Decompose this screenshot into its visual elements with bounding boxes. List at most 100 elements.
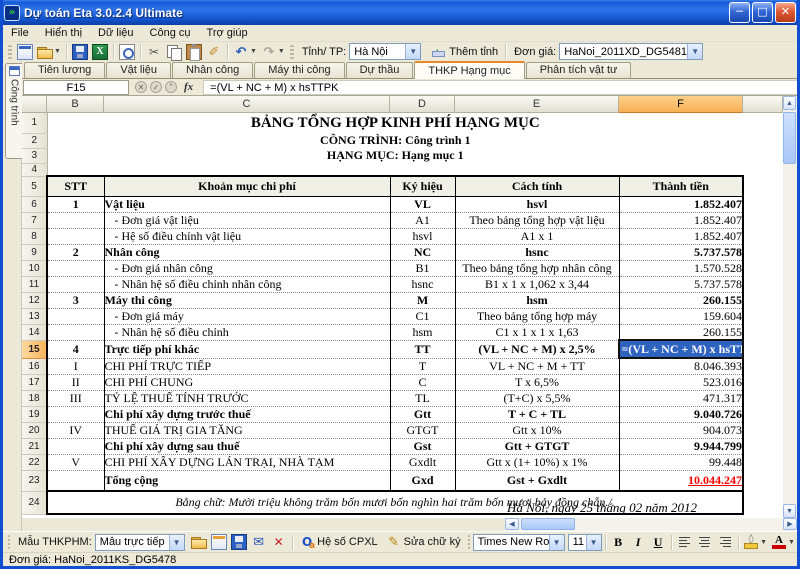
cell-C6[interactable]: Vật liệu — [104, 196, 390, 212]
cell-D13[interactable]: C1 — [390, 308, 455, 324]
row-header-19[interactable]: 19 — [22, 406, 47, 422]
print-preview-button[interactable] — [118, 43, 136, 61]
cell-D7[interactable]: A1 — [390, 212, 455, 228]
row-header-9[interactable]: 9 — [22, 244, 47, 260]
cell-F14[interactable]: 260.155 — [619, 324, 743, 340]
menu-item-cong-cu[interactable]: Công cụ — [142, 26, 199, 40]
cell-F19[interactable]: 9.040.726 — [619, 406, 743, 422]
chevron-down-icon[interactable]: ▼ — [549, 535, 564, 550]
delete-template-button[interactable] — [270, 533, 288, 551]
format-painter-button[interactable] — [205, 43, 223, 61]
col-header-E[interactable]: E — [455, 96, 619, 113]
tab-vat-lieu[interactable]: Vật liệu — [106, 62, 171, 78]
open-button[interactable]: ▼ — [36, 43, 62, 61]
cell-C20[interactable]: THUẾ GIÁ TRỊ GIA TĂNG — [104, 422, 390, 438]
cell-F11[interactable]: 5.737.578 — [619, 276, 743, 292]
cell-E14[interactable]: C1 x 1 x 1 x 1,63 — [455, 324, 619, 340]
side-tab-cong-trinh[interactable]: Công trình — [5, 63, 22, 159]
toolbar-grip[interactable] — [8, 45, 12, 59]
cell-E7[interactable]: Theo bảng tổng hợp vật liệu — [455, 212, 619, 228]
maximize-button[interactable]: □ — [752, 2, 773, 23]
cell-D14[interactable]: hsm — [390, 324, 455, 340]
cell-C21[interactable]: Chi phí xây dựng sau thuế — [104, 438, 390, 454]
cell-F18[interactable]: 471.317 — [619, 390, 743, 406]
fill-color-button[interactable]: ▼ — [742, 533, 768, 551]
align-right-button[interactable] — [716, 533, 734, 551]
cell-reference-box[interactable]: F15 — [23, 80, 129, 95]
cell-F16[interactable]: 8.046.393 — [619, 358, 743, 374]
align-center-button[interactable] — [696, 533, 714, 551]
cell-D8[interactable]: hsvl — [390, 228, 455, 244]
row-header-8[interactable]: 8 — [22, 228, 47, 244]
cell-E19[interactable]: T + C + TL — [455, 406, 619, 422]
enter-icon[interactable]: ✓ — [150, 81, 162, 93]
cell-C22[interactable]: CHI PHÍ XÂY DỰNG LÁN TRẠI, NHÀ TẠM — [104, 454, 390, 470]
cell-D11[interactable]: hsnc — [390, 276, 455, 292]
toolbar-grip-4[interactable] — [468, 535, 470, 549]
row-header-2[interactable]: 2 — [22, 133, 47, 148]
save-button[interactable] — [71, 43, 89, 61]
cell-C9[interactable]: Nhân công — [104, 244, 390, 260]
tab-du-thau[interactable]: Dự thầu — [346, 62, 414, 78]
add-province-button[interactable]: Thêm tỉnh — [426, 43, 502, 61]
tab-nhan-cong[interactable]: Nhân công — [172, 62, 253, 78]
template-select[interactable]: Mẫu trực tiếp ▼ — [95, 534, 185, 551]
cell-F7[interactable]: 1.852.407 — [619, 212, 743, 228]
cell-B23[interactable] — [47, 470, 104, 491]
cell-F15[interactable]: =(VL + NC + M) x hsTTPK — [619, 340, 743, 358]
cell-E5[interactable]: Cách tính — [455, 176, 619, 196]
cell-C18[interactable]: TỶ LỆ THUẾ TÍNH TRƯỚC — [104, 390, 390, 406]
cell-E15[interactable]: (VL + NC + M) x 2,5% — [455, 340, 619, 358]
cell-D5[interactable]: Ký hiệu — [390, 176, 455, 196]
vertical-scroll-thumb[interactable] — [783, 112, 796, 164]
row-header-20[interactable]: 20 — [22, 422, 47, 438]
tab-thkp-hang-muc[interactable]: THKP Hạng mục — [414, 61, 524, 79]
cell-D22[interactable]: Gxdlt — [390, 454, 455, 470]
cell-B6[interactable]: 1 — [47, 196, 104, 212]
cell-F17[interactable]: 523.016 — [619, 374, 743, 390]
excel-export-button[interactable] — [91, 43, 109, 61]
cell-C11[interactable]: - Nhân hệ số điều chỉnh nhân công — [104, 276, 390, 292]
cell-E22[interactable]: Gtt x (1+ 10%) x 1% — [455, 454, 619, 470]
cancel-icon[interactable]: ✕ — [135, 81, 147, 93]
unit-price-select[interactable]: HaNoi_2011XD_DG5481 ▼ — [559, 43, 703, 60]
select-all-corner[interactable] — [22, 96, 47, 113]
row-header-17[interactable]: 17 — [22, 374, 47, 390]
cell-C16[interactable]: CHI PHÍ TRỰC TIẾP — [104, 358, 390, 374]
cell-C17[interactable]: CHI PHÍ CHUNG — [104, 374, 390, 390]
row-header-16[interactable]: 16 — [22, 358, 47, 374]
underline-button[interactable]: U — [649, 533, 667, 551]
row-header-1[interactable]: 1 — [22, 113, 47, 133]
chevron-down-icon[interactable]: ▼ — [586, 535, 601, 550]
menu-item-tro-giup[interactable]: Trợ giúp — [199, 26, 256, 40]
cell-B16[interactable]: I — [47, 358, 104, 374]
cell-B15[interactable]: 4 — [47, 340, 104, 358]
cell-B21[interactable] — [47, 438, 104, 454]
close-button[interactable]: ✕ — [775, 2, 796, 23]
cell-E23[interactable]: Gst + Gxdlt — [455, 470, 619, 491]
cell-F21[interactable]: 9.944.799 — [619, 438, 743, 454]
chevron-down-icon[interactable]: ▼ — [405, 44, 420, 59]
chevron-down-icon[interactable]: ▼ — [687, 44, 702, 59]
col-header-B[interactable]: B — [47, 96, 104, 113]
chevron-down-icon[interactable]: ▼ — [169, 535, 184, 550]
cell-E20[interactable]: Gtt x 10% — [455, 422, 619, 438]
cell-D16[interactable]: T — [390, 358, 455, 374]
cell-E12[interactable]: hsm — [455, 292, 619, 308]
cell-F13[interactable]: 159.604 — [619, 308, 743, 324]
cell-B18[interactable]: III — [47, 390, 104, 406]
chevron-down-icon[interactable]: ▼ — [278, 48, 285, 55]
function-icon[interactable]: fx — [184, 81, 193, 93]
row-header-6[interactable]: 6 — [22, 196, 47, 212]
row-header-22[interactable]: 22 — [22, 454, 47, 470]
menu-item-du-lieu[interactable]: Dữ liệu — [90, 26, 142, 40]
scroll-left-icon[interactable]: ◀ — [505, 518, 519, 530]
cell-F12[interactable]: 260.155 — [619, 292, 743, 308]
cell-B5[interactable]: STT — [47, 176, 104, 196]
cell-F5[interactable]: Thành tiền — [619, 176, 743, 196]
cell-C8[interactable]: - Hệ số điều chỉnh vật liệu — [104, 228, 390, 244]
cell-E11[interactable]: B1 x 1 x 1,062 x 3,44 — [455, 276, 619, 292]
cell-B12[interactable]: 3 — [47, 292, 104, 308]
col-header-C[interactable]: C — [104, 96, 390, 113]
font-select[interactable]: Times New Roman ▼ — [473, 534, 565, 551]
